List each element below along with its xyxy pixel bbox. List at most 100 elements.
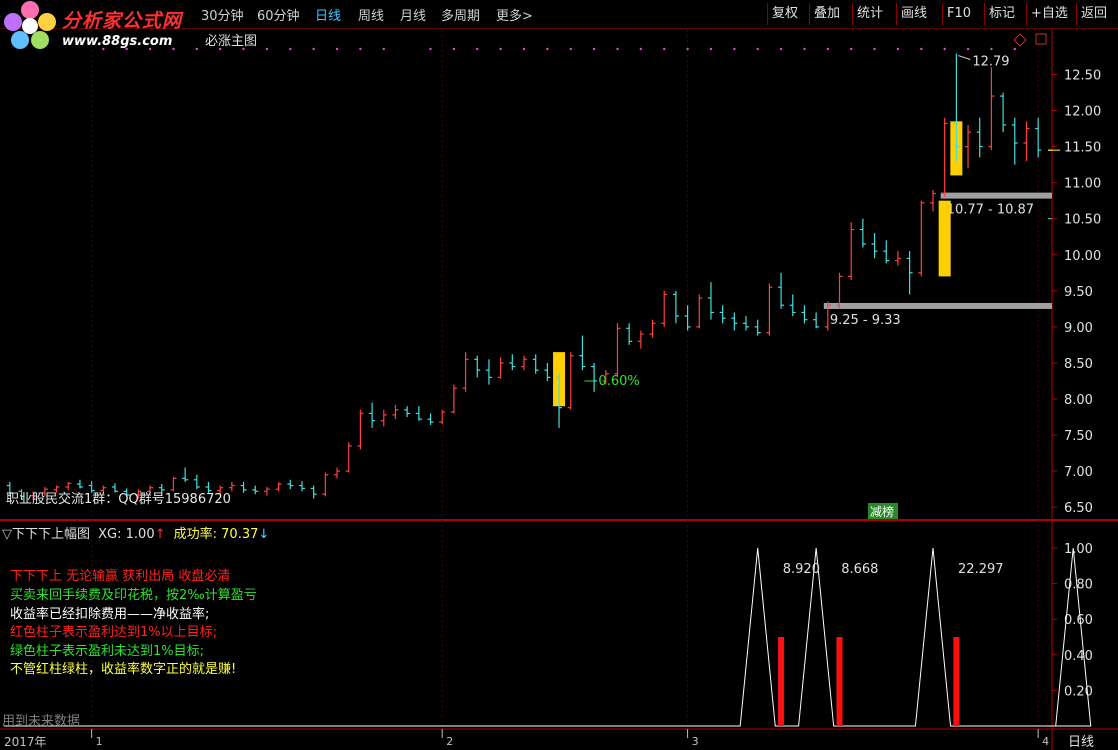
site-logo: 分析家公式网 www.88gs.com <box>0 0 200 52</box>
formula-name: 必涨主图 <box>205 34 258 49</box>
legend-line: 买卖来回手续费及印花税，按2‰计算盈亏 <box>10 588 257 603</box>
zone-label: 9.25 - 9.33 <box>830 313 901 328</box>
future-data-note: 用到未来数据 <box>2 714 81 729</box>
indicator-tick-label: 1.00 <box>1064 542 1093 557</box>
signal-dot <box>920 47 923 51</box>
signal-dot <box>686 47 689 51</box>
signal-dot <box>592 47 596 51</box>
high-label-arrow <box>958 55 971 61</box>
profit-label: 8.668 <box>841 562 878 577</box>
legend-line: 下下下上 无论输赢 获利出局 收盘必清 <box>10 569 231 584</box>
signal-dot <box>429 47 432 51</box>
signal-dot <box>382 47 385 51</box>
logo-name: 分析家公式网 <box>62 10 183 32</box>
up-arrow-icon: ↑ <box>154 527 166 542</box>
price-tick-label: 11.00 <box>1064 177 1101 192</box>
badge-label: 减榜 <box>870 504 894 519</box>
indicator-tick-label: 0.20 <box>1064 684 1093 699</box>
statistics-button[interactable]: 统计 <box>852 3 894 25</box>
window-icon <box>1035 33 1047 45</box>
signal-yellow-bar <box>938 200 951 277</box>
period-label: 日线 <box>1068 735 1095 750</box>
signal-dot <box>896 47 900 51</box>
restore-rights-button[interactable]: 复权 <box>767 3 809 25</box>
draw-line-button[interactable]: 画线 <box>896 3 938 25</box>
legend-line: 不管红柱绿柱，收益率数字正的就是赚! <box>10 662 237 677</box>
high-price-label: 12.79 <box>972 55 1009 70</box>
down-arrow-icon: ↓ <box>258 527 270 542</box>
indicator-tick-label: 0.80 <box>1064 578 1093 593</box>
price-tick-label: 8.50 <box>1064 357 1093 372</box>
x-axis-year: 2017年 <box>4 735 47 749</box>
collapse-icon[interactable]: ▽ <box>2 527 12 542</box>
signal-dot <box>639 47 643 51</box>
tab-weekly[interactable]: 周线 <box>358 5 384 24</box>
indicator-title[interactable]: 下下下上幅图 <box>12 527 90 542</box>
signal-dot <box>779 47 783 51</box>
xg-value: XG: 1.00 <box>98 527 155 542</box>
signal-dot <box>803 47 806 51</box>
signal-dot <box>289 47 292 51</box>
overlay-button[interactable]: 叠加 <box>809 3 851 25</box>
price-tick-label: 11.50 <box>1064 141 1101 156</box>
tab-monthly[interactable]: 月线 <box>400 5 426 24</box>
month-label: 3 <box>692 735 699 748</box>
price-tick-label: 9.50 <box>1064 285 1093 300</box>
signal-dot <box>709 47 713 51</box>
pct-label: 0.60% <box>598 374 639 389</box>
mark-button[interactable]: 标记 <box>984 3 1022 25</box>
tab-30min[interactable]: 30分钟 <box>201 5 244 24</box>
price-tick-label: 12.00 <box>1064 105 1101 120</box>
qq-group-text: 职业股民交流1群：QQ群号15986720 <box>6 492 231 507</box>
signal-dot <box>990 47 993 51</box>
signal-dot <box>312 47 315 51</box>
signal-dot <box>616 47 619 51</box>
signal-dot <box>733 47 736 51</box>
signal-dot <box>546 47 549 51</box>
legend-line: 绿色柱子表示盈利未达到1%目标; <box>10 644 205 659</box>
signal-dot <box>499 47 502 51</box>
signal-dot <box>1013 47 1016 51</box>
f10-button[interactable]: F10 <box>942 3 980 25</box>
price-tick-label: 12.50 <box>1064 68 1101 83</box>
tab-more[interactable]: 更多> <box>496 5 533 24</box>
signal-dot <box>452 47 456 51</box>
signal-dot <box>826 47 830 51</box>
signal-dot <box>966 47 970 51</box>
tab-multi-period[interactable]: 多周期 <box>441 5 480 24</box>
back-button[interactable]: 返回 <box>1076 3 1116 25</box>
tab-daily[interactable]: 日线 <box>315 5 341 24</box>
logo-url: www.88gs.com <box>62 34 173 49</box>
price-zone-bar <box>940 192 1052 199</box>
legend-line: 收益率已经扣除费用——净收益率; <box>10 607 210 622</box>
add-watchlist-button[interactable]: +自选 <box>1026 3 1074 25</box>
signal-dot <box>476 47 479 51</box>
signal-dot <box>522 47 526 51</box>
profit-label: 8.920 <box>783 562 820 577</box>
signal-dot <box>849 47 853 51</box>
zone-label: 10.77 - 10.87 <box>947 203 1034 218</box>
success-rate: 成功率: 70.37 <box>173 527 259 542</box>
profit-red-bar <box>836 637 843 726</box>
indicator-header: ▽下下下上幅图 XG: 1.00↑ 成功率: 70.37↓ <box>2 523 269 542</box>
month-label: 1 <box>96 735 103 748</box>
signal-dot <box>663 47 666 51</box>
price-tick-label: 9.00 <box>1064 321 1093 336</box>
signal-dot <box>335 47 339 51</box>
profit-red-bar <box>953 637 960 726</box>
signal-dot <box>359 47 362 51</box>
price-tick-label: 7.50 <box>1064 429 1093 444</box>
price-tick-label: 10.00 <box>1064 249 1101 264</box>
tab-60min[interactable]: 60分钟 <box>257 5 300 24</box>
price-zone-bar <box>823 302 1052 309</box>
signal-dot <box>943 47 946 51</box>
signal-dot <box>756 47 759 51</box>
price-tick-label: 6.50 <box>1064 501 1093 516</box>
signal-dot <box>569 47 572 51</box>
flower-logo-icon <box>4 1 56 49</box>
legend-line: 红色柱子表示盈利达到1%以上目标; <box>10 625 218 640</box>
profit-label: 22.297 <box>958 562 1004 577</box>
indicator-tick-label: 0.60 <box>1064 613 1093 628</box>
diamond-icon <box>1013 33 1027 47</box>
month-label: 4 <box>1042 735 1049 748</box>
